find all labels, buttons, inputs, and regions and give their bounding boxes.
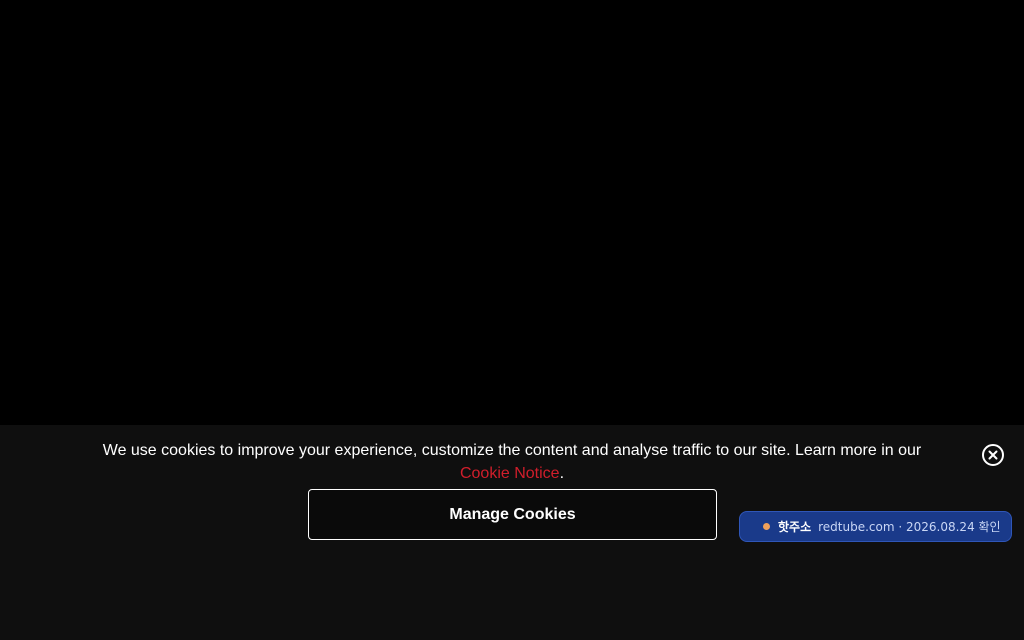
status-dot-icon	[763, 523, 770, 530]
close-banner-button[interactable]	[982, 444, 1004, 466]
page: We use cookies to improve your experienc…	[0, 0, 1024, 640]
cookie-message: We use cookies to improve your experienc…	[100, 439, 924, 485]
notice-label: 핫주소	[778, 520, 812, 534]
cookie-notice-link[interactable]: Cookie Notice	[460, 465, 560, 482]
notice-info: redtube.com · 2026.08.24 확인	[818, 520, 1001, 534]
address-notice-pill[interactable]: 핫주소 redtube.com · 2026.08.24 확인	[739, 511, 1012, 542]
cookie-message-text: We use cookies to improve your experienc…	[102, 442, 922, 459]
manage-cookies-button[interactable]: Manage Cookies	[308, 489, 717, 540]
close-circle-icon	[988, 450, 998, 460]
cookie-message-end: .	[559, 465, 565, 482]
